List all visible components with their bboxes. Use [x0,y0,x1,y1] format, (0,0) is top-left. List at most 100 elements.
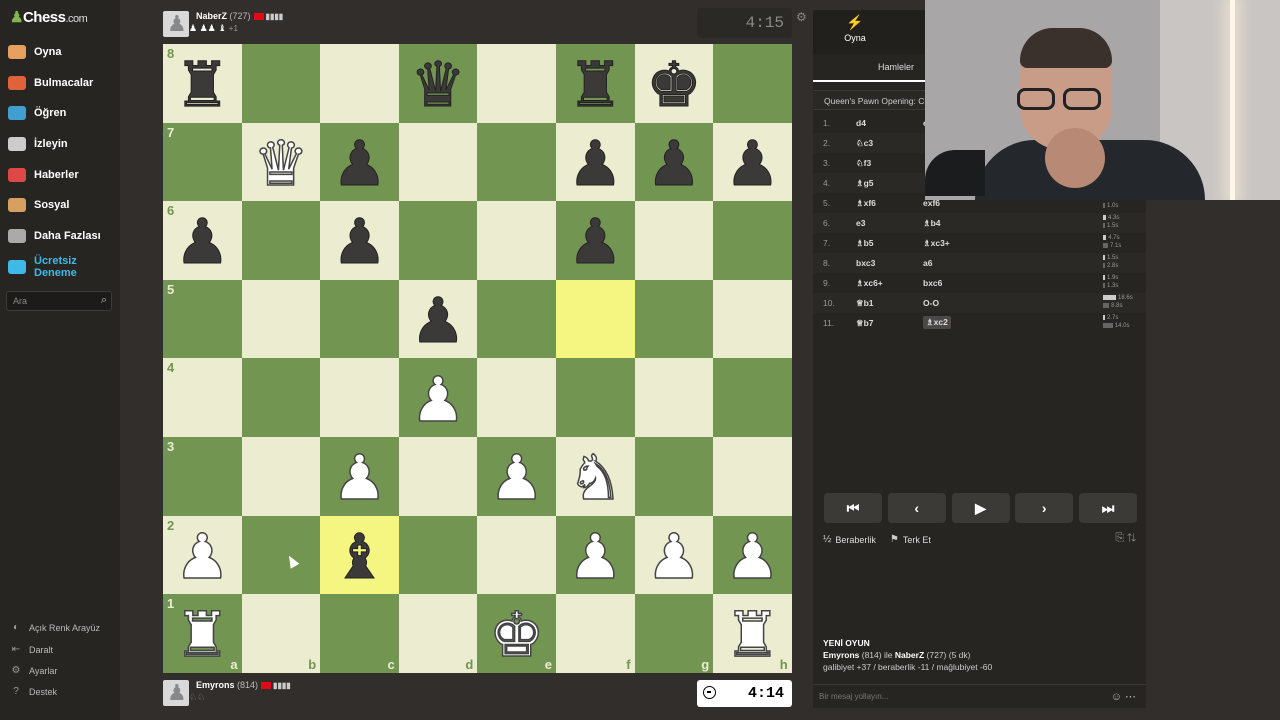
square-e5[interactable] [477,279,556,359]
square-e8[interactable] [477,44,556,123]
square-a8[interactable]: 8 ♜ [163,44,242,123]
white-move[interactable]: d4 [856,118,866,128]
white-pawn-icon[interactable]: ♟ [174,525,231,589]
flip-board-icon[interactable]: ⇅ [1127,532,1136,544]
black-queen-icon[interactable]: ♛ [410,53,467,116]
square-h5[interactable] [713,279,792,359]
square-b1[interactable]: b [241,594,321,673]
square-a5[interactable]: 5 [163,279,242,359]
square-e1[interactable]: e ♚ [477,594,556,673]
white-pawn-icon[interactable]: ♟ [724,525,781,589]
square-h8[interactable] [713,44,792,123]
sidebar-footer-3[interactable]: ? Destek [10,686,57,698]
chat-input[interactable]: Bir mesaj yollayın... ☺ ⋯ [813,684,1146,708]
more-options-icon[interactable]: ⋯ [1125,691,1136,703]
emoji-icon[interactable]: ☺ [1111,691,1122,703]
square-g3[interactable] [634,436,714,516]
square-b7[interactable]: ♛ [241,122,321,202]
square-g1[interactable]: g [634,594,714,673]
black-rook-icon[interactable]: ♜ [567,53,624,116]
square-e2[interactable] [477,515,556,595]
white-move[interactable]: ♗xf6 [856,198,876,209]
square-c4[interactable] [320,358,399,437]
sidebar-item-6[interactable]: Daha Fazlası [8,224,101,248]
square-a1[interactable]: 1 a ♜ [163,594,242,673]
search-input[interactable]: Ara ⌕ [6,291,112,311]
square-c8[interactable] [320,44,399,123]
white-rook-icon[interactable]: ♜ [174,603,231,667]
square-b4[interactable] [241,358,321,437]
white-move[interactable]: ♘f3 [856,158,871,169]
square-h2[interactable]: ♟ [713,515,792,595]
square-d2[interactable] [398,515,478,595]
square-g4[interactable] [634,358,714,437]
square-h4[interactable] [713,358,792,437]
square-e4[interactable] [477,358,556,437]
white-move[interactable]: ♗g5 [856,178,874,189]
white-pawn-icon[interactable]: ♟ [331,446,388,510]
last-move-button[interactable]: ⏭ [1079,493,1137,523]
square-f7[interactable]: ♟ [555,122,635,202]
square-g2[interactable]: ♟ [634,515,714,595]
white-pawn-icon[interactable]: ♟ [567,525,624,589]
white-move[interactable]: ♘c3 [856,138,873,149]
first-move-button[interactable]: ⏮ [824,493,882,523]
black-move[interactable]: ♗b4 [923,218,941,229]
resign-button[interactable]: ⚑ Terk Et [890,534,931,545]
sidebar-item-2[interactable]: Öğren [8,101,66,125]
white-king-icon[interactable]: ♚ [488,603,545,667]
white-move[interactable]: ♕b7 [856,318,874,329]
square-a3[interactable]: 3 [163,436,242,516]
square-c6[interactable]: ♟ [320,201,399,280]
draw-button[interactable]: ½ Beraberlik [823,534,876,545]
black-pawn-icon[interactable]: ♟ [331,132,388,195]
play-button[interactable]: ▶ [951,493,1010,523]
square-g5[interactable] [634,279,714,359]
gear-icon[interactable]: ⚙ [796,10,807,24]
sidebar-item-5[interactable]: Sosyal [8,193,69,217]
square-f4[interactable] [555,358,635,437]
square-b2[interactable] [241,515,321,595]
white-move[interactable]: ♕b1 [856,298,874,309]
square-f5[interactable] [555,279,635,359]
tab-play[interactable]: ⚡ Oyna [815,14,895,43]
white-pawn-icon[interactable]: ♟ [645,525,702,589]
chess-board[interactable]: 8 ♜ ♛ ♜ ♚ 7 ♛ ♟ ♟ ♟ ♟ 6 ♟ ♟ ♟ 5 ♟ 4 ♟ 3 ♟ ♟ ♞ 2 ♟ ♝ ♟ ♟ ♟ 1 a ♜ b c d e ♚ f g h… [163,44,792,673]
sidebar-item-1[interactable]: Bulmacalar [8,71,93,95]
black-rook-icon[interactable]: ♜ [174,53,231,116]
square-e7[interactable] [477,122,556,202]
square-c2[interactable]: ♝ [320,515,399,595]
black-move[interactable]: O-O [923,298,939,308]
white-queen-icon[interactable]: ♛ [252,132,309,196]
black-pawn-icon[interactable]: ♟ [567,210,624,273]
white-move[interactable]: ♗xc6+ [856,278,883,289]
chess-logo[interactable]: ♟Chess.com [10,8,88,26]
square-d5[interactable]: ♟ [398,279,478,359]
square-d3[interactable] [398,436,478,516]
white-knight-icon[interactable]: ♞ [567,446,624,510]
square-b5[interactable] [241,279,321,359]
square-d6[interactable] [398,201,478,280]
square-d4[interactable]: ♟ [398,358,478,437]
square-d8[interactable]: ♛ [398,44,478,123]
white-move[interactable]: e3 [856,218,865,228]
sidebar-footer-1[interactable]: ⇤ Daralt [10,644,53,656]
black-move[interactable]: ♗xc2 [923,316,951,329]
black-pawn-icon[interactable]: ♟ [331,210,388,273]
square-a7[interactable]: 7 [163,122,242,202]
black-move[interactable]: bxc6 [923,278,942,288]
square-f2[interactable]: ♟ [555,515,635,595]
sidebar-item-3[interactable]: İzleyin [8,132,68,156]
black-bishop-icon[interactable]: ♝ [331,525,388,588]
square-b6[interactable] [241,201,321,280]
black-pawn-icon[interactable]: ♟ [646,132,703,195]
black-pawn-icon[interactable]: ♟ [410,289,467,352]
square-f8[interactable]: ♜ [555,44,635,123]
black-king-icon[interactable]: ♚ [646,53,703,116]
square-d7[interactable] [398,122,478,202]
black-pawn-icon[interactable]: ♟ [567,132,624,195]
black-move[interactable]: a6 [923,258,932,268]
bottom-player-name[interactable]: Emyrons [196,680,235,690]
sidebar-footer-2[interactable]: ⚙ Ayarlar [10,665,58,677]
avatar[interactable] [163,680,189,706]
